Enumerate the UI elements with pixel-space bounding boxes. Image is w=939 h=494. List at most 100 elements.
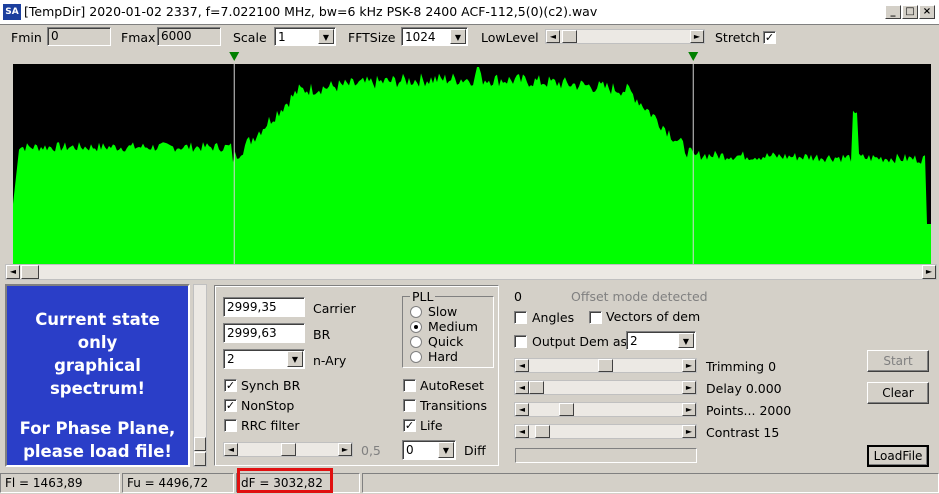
diff-select[interactable]: 0 ▼ (402, 440, 456, 460)
lower-marker-triangle-icon (229, 52, 240, 61)
autoreset-checkbox[interactable] (403, 379, 416, 392)
scroll-left-icon[interactable]: ◄ (515, 403, 529, 416)
scroll-left-icon[interactable]: ◄ (546, 30, 560, 43)
lowlevel-slider[interactable]: ◄ ► (545, 29, 705, 44)
app-icon: SA (3, 4, 21, 20)
chevron-down-icon[interactable]: ▼ (318, 29, 334, 44)
fmax-field[interactable]: 6000 (157, 27, 221, 46)
synch-br-label: Synch BR (241, 378, 301, 393)
loadfile-button[interactable]: LoadFile (867, 445, 929, 467)
scale-select[interactable]: 1 ▼ (274, 27, 336, 46)
minimize-button[interactable]: _ (885, 5, 901, 19)
chevron-down-icon[interactable]: ▼ (438, 442, 454, 458)
points-slider[interactable]: ◄ ► (514, 402, 697, 417)
rrc-filter-label: RRC filter (241, 418, 300, 433)
pll-title: PLL (410, 289, 436, 304)
upper-marker-triangle-icon (688, 52, 699, 61)
trimming-thumb[interactable] (598, 359, 613, 372)
scroll-left-icon[interactable]: ◄ (6, 265, 20, 279)
scroll-thumb[interactable] (194, 437, 206, 451)
output-dem-label: Output Dem as (532, 334, 628, 349)
output-dem-select[interactable]: 2 ▼ (626, 331, 696, 350)
pll-option-label: Slow (428, 304, 458, 319)
status-fu: Fu = 4496,72 (122, 473, 234, 493)
scroll-left-icon[interactable]: ◄ (224, 443, 238, 456)
pll-radio-medium[interactable] (410, 321, 422, 333)
points-thumb[interactable] (559, 403, 575, 416)
output-dem-checkbox[interactable] (514, 335, 527, 348)
scroll-right-icon[interactable]: ► (682, 403, 696, 416)
output-dem-value: 2 (630, 334, 638, 348)
chevron-down-icon[interactable]: ▼ (450, 29, 466, 44)
lowlevel-thumb[interactable] (562, 30, 578, 43)
angles-label: Angles (532, 310, 575, 325)
transitions-checkbox[interactable] (403, 399, 416, 412)
trimming-slider[interactable]: ◄ ► (514, 358, 697, 373)
chevron-down-icon[interactable]: ▼ (287, 351, 303, 367)
scale-label: Scale (233, 30, 267, 45)
rolloff-thumb[interactable] (280, 443, 296, 456)
scroll-right-icon[interactable]: ► (682, 425, 696, 438)
info-line: only (77, 333, 118, 352)
carrier-value: 2999,35 (227, 300, 277, 314)
carrier-input[interactable]: 2999,35 (223, 297, 305, 317)
chevron-down-icon[interactable]: ▼ (678, 333, 694, 348)
scroll-right-icon[interactable]: ► (690, 30, 704, 43)
pll-radio-quick[interactable] (410, 336, 422, 348)
br-input[interactable]: 2999,63 (223, 323, 305, 343)
life-checkbox[interactable]: ✓ (403, 419, 416, 432)
progress-bar (515, 448, 697, 463)
offset-status: Offset mode detected (571, 289, 708, 304)
vectors-label: Vectors of dem (606, 309, 701, 324)
stretch-checkbox[interactable]: ✓ (763, 31, 776, 44)
spectrum-scroll-thumb[interactable] (21, 265, 39, 279)
fftsize-select[interactable]: 1024 ▼ (401, 27, 468, 46)
diff-value: 0 (406, 443, 414, 457)
scroll-left-icon[interactable]: ◄ (515, 381, 529, 394)
spectrum-display[interactable] (8, 52, 936, 265)
angles-checkbox[interactable] (514, 311, 527, 324)
nary-select[interactable]: 2 ▼ (223, 349, 305, 369)
scroll-right-icon[interactable]: ► (338, 443, 352, 456)
contrast-slider[interactable]: ◄ ► (514, 424, 697, 439)
start-button[interactable]: Start (867, 350, 929, 372)
br-label: BR (313, 327, 331, 342)
diff-label: Diff (464, 443, 486, 458)
autoreset-label: AutoReset (420, 378, 484, 393)
fftsize-value: 1024 (405, 30, 436, 44)
pll-radio-hard[interactable] (410, 351, 422, 363)
clear-button[interactable]: Clear (867, 382, 929, 404)
delay-label: Delay 0.000 (706, 381, 782, 396)
close-button[interactable]: × (919, 5, 935, 19)
info-line: please load file! (23, 442, 172, 461)
rrc-filter-checkbox[interactable] (224, 419, 237, 432)
nonstop-checkbox[interactable]: ✓ (224, 399, 237, 412)
status-fl: Fl = 1463,89 (0, 473, 120, 493)
scroll-right-icon[interactable]: ► (682, 359, 696, 372)
synch-br-checkbox[interactable]: ✓ (224, 379, 237, 392)
df-highlight-box (237, 468, 333, 493)
scroll-right-icon[interactable]: ► (922, 265, 936, 279)
maximize-button[interactable]: □ (902, 5, 918, 19)
pll-option-label: Medium (428, 319, 478, 334)
pll-radio-slow[interactable] (410, 306, 422, 318)
scroll-right-icon[interactable]: ► (682, 381, 696, 394)
nonstop-label: NonStop (241, 398, 295, 413)
delay-slider[interactable]: ◄ ► (514, 380, 697, 395)
scroll-left-icon[interactable]: ◄ (515, 359, 529, 372)
br-value: 2999,63 (227, 326, 277, 340)
title-bar: SA [TempDir] 2020-01-02 2337, f=7.022100… (0, 0, 939, 25)
scroll-down-icon[interactable] (194, 452, 206, 466)
points-label: Points... 2000 (706, 403, 792, 418)
scroll-left-icon[interactable]: ◄ (515, 425, 529, 438)
rolloff-slider[interactable]: ◄ ► (223, 442, 353, 457)
fmin-field[interactable]: 0 (47, 27, 111, 46)
panel-vertical-scrollbar[interactable] (193, 284, 207, 467)
contrast-thumb[interactable] (534, 425, 550, 438)
rolloff-value: 0,5 (361, 443, 381, 458)
delay-thumb[interactable] (529, 381, 544, 394)
scale-value: 1 (278, 30, 286, 44)
state-info-panel: Current state only graphical spectrum! F… (5, 284, 190, 467)
spectrum-scrollbar[interactable]: ◄ ► (5, 264, 937, 280)
vectors-checkbox[interactable] (589, 311, 602, 324)
